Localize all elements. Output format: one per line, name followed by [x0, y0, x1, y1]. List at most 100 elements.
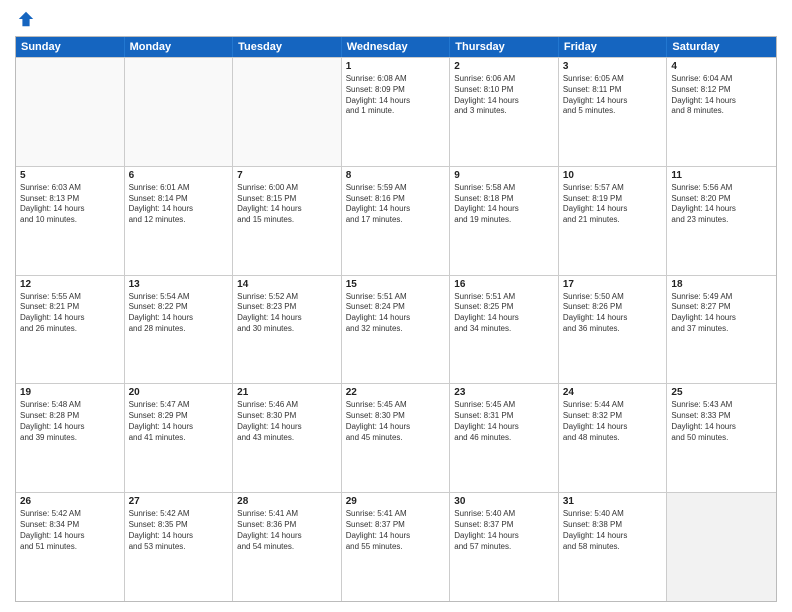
calendar-cell: 7 Sunrise: 6:00 AM Sunset: 8:15 PM Daylig… [233, 167, 342, 275]
calendar-cell: 29 Sunrise: 5:41 AM Sunset: 8:37 PM Dayli… [342, 493, 451, 601]
calendar-cell [16, 58, 125, 166]
cell-info: Sunrise: 5:52 AM Sunset: 8:23 PM Dayligh… [237, 292, 337, 335]
cell-info: Sunrise: 5:41 AM Sunset: 8:36 PM Dayligh… [237, 509, 337, 552]
calendar-cell: 21 Sunrise: 5:46 AM Sunset: 8:30 PM Dayli… [233, 384, 342, 492]
day-number: 23 [454, 387, 554, 398]
day-number: 11 [671, 170, 772, 181]
day-number: 12 [20, 279, 120, 290]
cell-info: Sunrise: 5:51 AM Sunset: 8:25 PM Dayligh… [454, 292, 554, 335]
calendar-cell: 18Sunrise: 5:49 AM Sunset: 8:27 PM Dayli… [667, 276, 776, 384]
day-number: 21 [237, 387, 337, 398]
cell-info: Sunrise: 6:05 AM Sunset: 8:11 PM Dayligh… [563, 74, 663, 117]
header-saturday: Saturday [667, 37, 776, 57]
day-number: 24 [563, 387, 663, 398]
day-number: 9 [454, 170, 554, 181]
header-sunday: Sunday [16, 37, 125, 57]
calendar-cell [233, 58, 342, 166]
logo-icon [17, 10, 35, 28]
calendar-cell: 27 Sunrise: 5:42 AM Sunset: 8:35 PM Dayli… [125, 493, 234, 601]
day-number: 27 [129, 496, 229, 507]
day-number: 25 [671, 387, 772, 398]
day-number: 4 [671, 61, 772, 72]
calendar-cell: 24Sunrise: 5:44 AM Sunset: 8:32 PM Dayli… [559, 384, 668, 492]
calendar-week-2: 5 Sunrise: 6:03 AM Sunset: 8:13 PM Daylig… [16, 166, 776, 275]
day-number: 30 [454, 496, 554, 507]
cell-info: Sunrise: 5:47 AM Sunset: 8:29 PM Dayligh… [129, 400, 229, 443]
calendar-cell: 1Sunrise: 6:08 AM Sunset: 8:09 PM Daylig… [342, 58, 451, 166]
day-number: 17 [563, 279, 663, 290]
cell-info: Sunrise: 5:42 AM Sunset: 8:35 PM Dayligh… [129, 509, 229, 552]
day-number: 29 [346, 496, 446, 507]
calendar-cell: 12 Sunrise: 5:55 AM Sunset: 8:21 PM Dayli… [16, 276, 125, 384]
cell-info: Sunrise: 5:50 AM Sunset: 8:26 PM Dayligh… [563, 292, 663, 335]
page-header [15, 10, 777, 28]
calendar-cell: 2 Sunrise: 6:06 AM Sunset: 8:10 PM Daylig… [450, 58, 559, 166]
calendar-cell: 6Sunrise: 6:01 AM Sunset: 8:14 PM Daylig… [125, 167, 234, 275]
header-wednesday: Wednesday [342, 37, 451, 57]
calendar-week-4: 19Sunrise: 5:48 AM Sunset: 8:28 PM Dayli… [16, 383, 776, 492]
day-number: 13 [129, 279, 229, 290]
calendar-cell: 10 Sunrise: 5:57 AM Sunset: 8:19 PM Dayli… [559, 167, 668, 275]
cell-info: Sunrise: 5:46 AM Sunset: 8:30 PM Dayligh… [237, 400, 337, 443]
cell-info: Sunrise: 6:08 AM Sunset: 8:09 PM Dayligh… [346, 74, 446, 117]
calendar-week-1: 1Sunrise: 6:08 AM Sunset: 8:09 PM Daylig… [16, 57, 776, 166]
calendar-cell: 30 Sunrise: 5:40 AM Sunset: 8:37 PM Dayli… [450, 493, 559, 601]
cell-info: Sunrise: 6:04 AM Sunset: 8:12 PM Dayligh… [671, 74, 772, 117]
cell-info: Sunrise: 5:54 AM Sunset: 8:22 PM Dayligh… [129, 292, 229, 335]
cell-info: Sunrise: 5:57 AM Sunset: 8:19 PM Dayligh… [563, 183, 663, 226]
calendar-cell: 31 Sunrise: 5:40 AM Sunset: 8:38 PM Dayli… [559, 493, 668, 601]
day-number: 19 [20, 387, 120, 398]
day-number: 31 [563, 496, 663, 507]
calendar-cell: 4 Sunrise: 6:04 AM Sunset: 8:12 PM Daylig… [667, 58, 776, 166]
day-number: 14 [237, 279, 337, 290]
calendar-cell: 23 Sunrise: 5:45 AM Sunset: 8:31 PM Dayli… [450, 384, 559, 492]
calendar-cell: 26 Sunrise: 5:42 AM Sunset: 8:34 PM Dayli… [16, 493, 125, 601]
calendar-cell [667, 493, 776, 601]
cell-info: Sunrise: 5:43 AM Sunset: 8:33 PM Dayligh… [671, 400, 772, 443]
cell-info: Sunrise: 5:45 AM Sunset: 8:31 PM Dayligh… [454, 400, 554, 443]
cell-info: Sunrise: 6:00 AM Sunset: 8:15 PM Dayligh… [237, 183, 337, 226]
calendar-cell: 11Sunrise: 5:56 AM Sunset: 8:20 PM Dayli… [667, 167, 776, 275]
day-number: 6 [129, 170, 229, 181]
calendar-cell: 9Sunrise: 5:58 AM Sunset: 8:18 PM Daylig… [450, 167, 559, 275]
day-number: 18 [671, 279, 772, 290]
cell-info: Sunrise: 5:41 AM Sunset: 8:37 PM Dayligh… [346, 509, 446, 552]
day-number: 26 [20, 496, 120, 507]
day-number: 10 [563, 170, 663, 181]
calendar-cell: 16Sunrise: 5:51 AM Sunset: 8:25 PM Dayli… [450, 276, 559, 384]
cell-info: Sunrise: 5:59 AM Sunset: 8:16 PM Dayligh… [346, 183, 446, 226]
calendar-cell: 20 Sunrise: 5:47 AM Sunset: 8:29 PM Dayli… [125, 384, 234, 492]
day-number: 15 [346, 279, 446, 290]
header-tuesday: Tuesday [233, 37, 342, 57]
calendar-week-3: 12 Sunrise: 5:55 AM Sunset: 8:21 PM Dayli… [16, 275, 776, 384]
calendar-cell: 19Sunrise: 5:48 AM Sunset: 8:28 PM Dayli… [16, 384, 125, 492]
calendar-header: Sunday Monday Tuesday Wednesday Thursday… [16, 37, 776, 57]
cell-info: Sunrise: 6:03 AM Sunset: 8:13 PM Dayligh… [20, 183, 120, 226]
cell-info: Sunrise: 5:42 AM Sunset: 8:34 PM Dayligh… [20, 509, 120, 552]
day-number: 28 [237, 496, 337, 507]
calendar-cell: 8 Sunrise: 5:59 AM Sunset: 8:16 PM Daylig… [342, 167, 451, 275]
day-number: 2 [454, 61, 554, 72]
calendar-cell [125, 58, 234, 166]
calendar-cell: 5 Sunrise: 6:03 AM Sunset: 8:13 PM Daylig… [16, 167, 125, 275]
day-number: 5 [20, 170, 120, 181]
calendar-cell: 22Sunrise: 5:45 AM Sunset: 8:30 PM Dayli… [342, 384, 451, 492]
day-number: 7 [237, 170, 337, 181]
calendar-page: Sunday Monday Tuesday Wednesday Thursday… [0, 0, 792, 612]
day-number: 8 [346, 170, 446, 181]
cell-info: Sunrise: 5:55 AM Sunset: 8:21 PM Dayligh… [20, 292, 120, 335]
cell-info: Sunrise: 5:40 AM Sunset: 8:38 PM Dayligh… [563, 509, 663, 552]
logo [15, 10, 35, 28]
cell-info: Sunrise: 5:40 AM Sunset: 8:37 PM Dayligh… [454, 509, 554, 552]
calendar-cell: 15 Sunrise: 5:51 AM Sunset: 8:24 PM Dayli… [342, 276, 451, 384]
calendar-cell: 14 Sunrise: 5:52 AM Sunset: 8:23 PM Dayli… [233, 276, 342, 384]
cell-info: Sunrise: 6:06 AM Sunset: 8:10 PM Dayligh… [454, 74, 554, 117]
header-friday: Friday [559, 37, 668, 57]
calendar-week-5: 26 Sunrise: 5:42 AM Sunset: 8:34 PM Dayli… [16, 492, 776, 601]
day-number: 3 [563, 61, 663, 72]
calendar-cell: 13 Sunrise: 5:54 AM Sunset: 8:22 PM Dayli… [125, 276, 234, 384]
day-number: 20 [129, 387, 229, 398]
cell-info: Sunrise: 5:51 AM Sunset: 8:24 PM Dayligh… [346, 292, 446, 335]
calendar: Sunday Monday Tuesday Wednesday Thursday… [15, 36, 777, 602]
calendar-body: 1Sunrise: 6:08 AM Sunset: 8:09 PM Daylig… [16, 57, 776, 601]
